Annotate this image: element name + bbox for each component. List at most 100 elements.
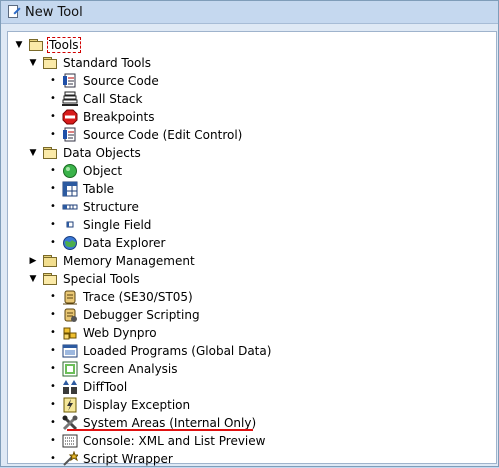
title-bar: New Tool (1, 1, 498, 24)
tree-item-label: Display Exception (83, 398, 191, 412)
tree-item-label: Single Field (83, 218, 152, 232)
bullet: • (50, 183, 56, 194)
difftool-icon (63, 380, 77, 394)
tree-item-display-exception[interactable]: • Display Exception (48, 396, 191, 414)
table-icon (62, 181, 78, 197)
highlight-underline (67, 429, 253, 431)
bullet: • (50, 111, 56, 122)
tree-item-label: Loaded Programs (Global Data) (83, 344, 272, 358)
bullet: • (50, 417, 56, 428)
bullet: • (50, 75, 56, 86)
folder-icon (42, 253, 58, 269)
collapse-arrow-icon[interactable]: ▼ (28, 148, 38, 158)
tree-item-label: System Areas (Internal Only) (83, 416, 257, 430)
source-code-edit-icon (63, 127, 76, 142)
tree-item-source-code[interactable]: • Source Code (48, 72, 160, 90)
exception-icon (63, 397, 77, 413)
data-explorer-icon (63, 236, 77, 250)
tree-item-label: Source Code (Edit Control) (83, 128, 243, 142)
tree-item-breakpoints[interactable]: • Breakpoints (48, 108, 155, 126)
tree-node-data-objects[interactable]: ▼ Data Objects (28, 144, 142, 162)
bullet: • (50, 381, 56, 392)
window-title: New Tool (25, 4, 83, 20)
bullet: • (50, 291, 56, 302)
script-wrapper-icon (63, 451, 78, 466)
tree-node-label: Tools (47, 37, 81, 53)
tree-node-label: Standard Tools (63, 56, 151, 70)
scripting-icon (64, 308, 77, 322)
tree-item-label: Table (83, 182, 115, 196)
bullet: • (50, 327, 56, 338)
tree-item-table[interactable]: • Table (48, 180, 115, 198)
tree-node-label: Special Tools (63, 272, 140, 286)
bullet: • (50, 345, 56, 356)
tree-item-label: Source Code (83, 74, 159, 88)
tree-item-label: Console: XML and List Preview (83, 434, 266, 448)
tree-item-object[interactable]: • Object (48, 162, 123, 180)
tree-node-tools[interactable]: ▼ Tools (14, 36, 81, 54)
tree-item-label: Trace (SE30/ST05) (83, 290, 193, 304)
tree-item-loaded-programs[interactable]: • Loaded Programs (Global Data) (48, 342, 272, 360)
tree-item-console[interactable]: • Console: XML and List Preview (48, 432, 266, 450)
open-folder-icon (42, 271, 58, 287)
tool-tree[interactable]: ▼ Tools ▼ Standard Tools • Source Code •… (7, 31, 497, 466)
bullet: • (50, 435, 56, 446)
collapse-arrow-icon[interactable]: ▼ (28, 58, 38, 68)
tree-node-special-tools[interactable]: ▼ Special Tools (28, 270, 141, 288)
bullet: • (50, 93, 56, 104)
tree-item-script-wrapper[interactable]: • Script Wrapper (48, 450, 174, 468)
tree-node-label: Memory Management (63, 254, 195, 268)
tree-item-label: DiffTool (83, 380, 128, 394)
object-icon (63, 164, 77, 178)
tree-item-debugger-scripting[interactable]: • Debugger Scripting (48, 306, 201, 324)
structure-icon (62, 204, 78, 210)
bullet: • (50, 201, 56, 212)
new-tool-dialog: New Tool ▼ Tools ▼ Standard Tools • Sour… (0, 0, 499, 467)
source-code-icon (63, 73, 76, 88)
bullet: • (50, 237, 56, 248)
tree-item-label: Breakpoints (83, 110, 155, 124)
tree-item-source-code-edit[interactable]: • Source Code (Edit Control) (48, 126, 243, 144)
tree-item-label: Structure (83, 200, 139, 214)
open-folder-icon (42, 55, 58, 71)
single-field-icon (66, 221, 74, 228)
bullet: • (50, 165, 56, 176)
tree-item-label: Script Wrapper (83, 452, 173, 466)
tree-item-label: Screen Analysis (83, 362, 178, 376)
new-tool-icon (7, 5, 21, 19)
tree-item-label: Call Stack (83, 92, 143, 106)
tree-item-data-explorer[interactable]: • Data Explorer (48, 234, 166, 252)
tree-item-structure[interactable]: • Structure (48, 198, 140, 216)
console-icon (62, 434, 78, 448)
tree-node-label: Data Objects (63, 146, 141, 160)
tree-item-trace[interactable]: • Trace (SE30/ST05) (48, 288, 194, 306)
trace-icon (63, 290, 77, 305)
tree-item-call-stack[interactable]: • Call Stack (48, 90, 143, 108)
bullet: • (50, 453, 56, 464)
collapse-arrow-icon[interactable]: ▼ (28, 274, 38, 284)
stop-icon (62, 109, 78, 125)
open-folder-icon (28, 37, 44, 53)
bullet: • (50, 363, 56, 374)
tree-item-label: Debugger Scripting (83, 308, 200, 322)
tree-item-difftool[interactable]: • DiffTool (48, 378, 128, 396)
tree-item-label: Object (83, 164, 123, 178)
bullet: • (50, 129, 56, 140)
web-dynpro-icon (63, 327, 77, 340)
bullet: • (50, 309, 56, 320)
screen-analysis-icon (62, 361, 78, 377)
expand-arrow-icon[interactable]: ▶ (28, 256, 38, 266)
bullet: • (50, 219, 56, 230)
tree-node-memory-management[interactable]: ▶ Memory Management (28, 252, 196, 270)
tree-node-standard-tools[interactable]: ▼ Standard Tools (28, 54, 152, 72)
collapse-arrow-icon[interactable]: ▼ (14, 40, 24, 50)
tree-item-label: Web Dynpro (83, 326, 157, 340)
bullet: • (50, 399, 56, 410)
open-folder-icon (42, 145, 58, 161)
tree-item-single-field[interactable]: • Single Field (48, 216, 152, 234)
tree-item-web-dynpro[interactable]: • Web Dynpro (48, 324, 158, 342)
call-stack-icon (62, 91, 78, 106)
loaded-programs-icon (62, 344, 78, 358)
tree-item-screen-analysis[interactable]: • Screen Analysis (48, 360, 179, 378)
tree-item-label: Data Explorer (83, 236, 166, 250)
